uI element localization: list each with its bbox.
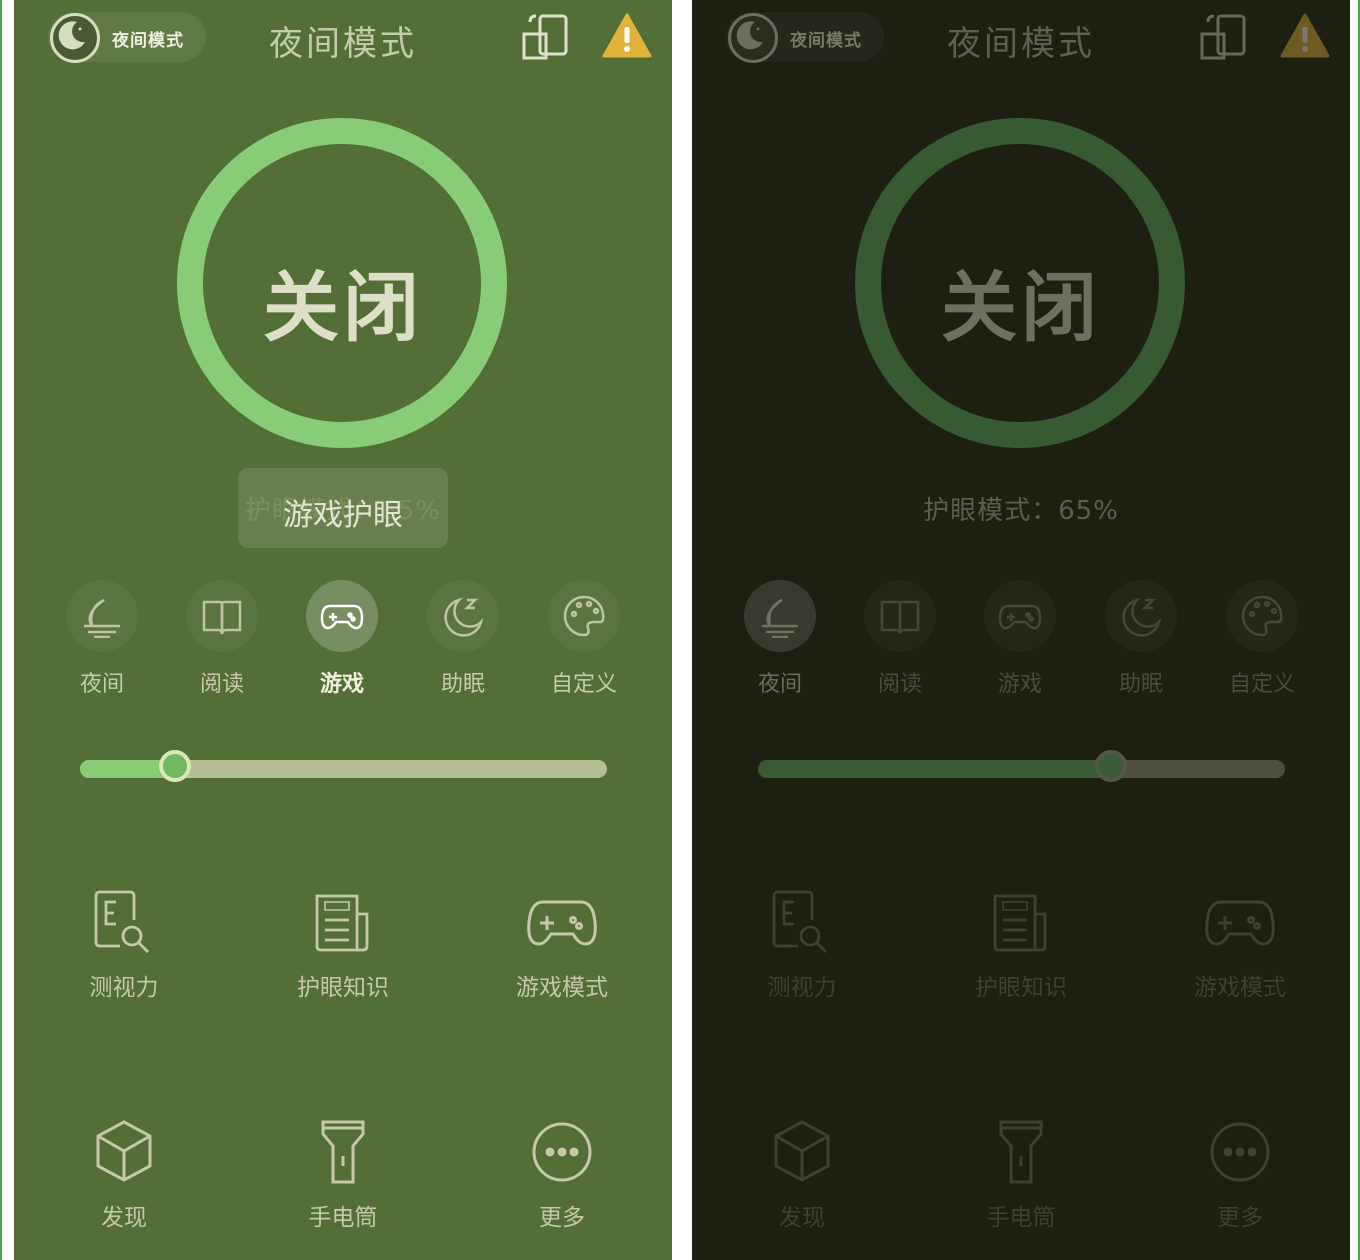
- tool-more[interactable]: 更多: [462, 1120, 662, 1232]
- cube-icon: [774, 1120, 830, 1182]
- mode-label: 助眠: [1118, 672, 1163, 697]
- rotate-screen-icon[interactable]: [1198, 14, 1248, 60]
- gamepad-icon: [527, 900, 597, 946]
- slider-thumb[interactable]: [158, 750, 191, 782]
- mode-label: 阅读: [877, 672, 922, 697]
- brightness-slider[interactable]: [758, 750, 1285, 782]
- book-icon: [202, 600, 242, 635]
- night-icon: [762, 598, 798, 638]
- tool-eye-test[interactable]: 测视力: [702, 890, 902, 1002]
- tool-eye-knowledge[interactable]: 护眼知识: [921, 890, 1121, 1002]
- sleep-icon: [1122, 597, 1162, 637]
- palette-icon: [1241, 595, 1283, 637]
- tool-label: 测视力: [89, 975, 159, 1001]
- phone-screen-dark: 夜间模式 夜间模式 关闭 护眼模式：65% 夜间 阅读 游戏 助眠 自定义 测视…: [692, 0, 1350, 1260]
- more-icon: [1210, 1122, 1270, 1182]
- night-icon: [84, 598, 120, 638]
- mode-night[interactable]: 夜间: [730, 580, 830, 698]
- news-icon: [315, 894, 369, 952]
- brightness-slider[interactable]: [80, 750, 607, 782]
- mode-label: 助眠: [440, 672, 485, 697]
- mode-sleep[interactable]: 助眠: [1091, 580, 1191, 698]
- tool-flashlight[interactable]: 手电筒: [921, 1120, 1121, 1232]
- more-icon: [532, 1122, 592, 1182]
- page-title: 夜间模式: [947, 24, 1095, 64]
- eye-chart-icon: [772, 890, 827, 953]
- flashlight-icon: [321, 1120, 365, 1184]
- frame-border-left: [0, 0, 14, 1260]
- sleep-icon: [444, 597, 484, 637]
- page-title: 夜间模式: [269, 24, 417, 64]
- power-state-label: 关闭: [263, 263, 423, 352]
- tool-label: 测视力: [767, 975, 837, 1001]
- tool-label: 手电筒: [308, 1205, 378, 1231]
- tool-discover[interactable]: 发现: [24, 1120, 224, 1232]
- mode-game[interactable]: 游戏: [970, 580, 1070, 698]
- phone-screen-green: 夜间模式 夜间模式 关闭 护眼模式：65% 游戏护眼 夜间 阅读 游戏 助眠: [14, 0, 672, 1260]
- tool-label: 更多: [1217, 1205, 1263, 1231]
- mode-custom[interactable]: 自定义: [534, 580, 634, 698]
- tool-label: 护眼知识: [975, 975, 1067, 1001]
- gamepad-icon: [998, 604, 1042, 630]
- tool-label: 发现: [779, 1205, 825, 1231]
- tool-flashlight[interactable]: 手电筒: [243, 1120, 443, 1232]
- power-state-label: 关闭: [941, 263, 1101, 352]
- tool-label: 更多: [539, 1205, 585, 1231]
- warning-icon[interactable]: [602, 12, 652, 58]
- mode-label: 夜间: [757, 672, 802, 697]
- gamepad-icon: [1205, 900, 1275, 946]
- mode-label: 自定义: [550, 672, 617, 697]
- slider-thumb[interactable]: [1095, 750, 1128, 782]
- frame-border-right: [1352, 0, 1360, 1260]
- gamepad-icon: [320, 604, 364, 630]
- mode-night[interactable]: 夜间: [52, 580, 152, 698]
- mode-game[interactable]: 游戏: [292, 580, 392, 698]
- news-icon: [993, 894, 1047, 952]
- tool-eye-knowledge[interactable]: 护眼知识: [243, 890, 443, 1002]
- tool-label: 游戏模式: [516, 975, 608, 1001]
- mode-label: 游戏: [319, 672, 364, 697]
- eye-care-status: 护眼模式：65%: [923, 496, 1119, 526]
- warning-icon[interactable]: [1280, 12, 1330, 58]
- tool-label: 游戏模式: [1194, 975, 1286, 1001]
- tool-game-mode[interactable]: 游戏模式: [462, 890, 662, 1002]
- mode-label: 夜间: [79, 672, 124, 697]
- toast-text: 游戏护眼: [283, 498, 403, 533]
- tool-discover[interactable]: 发现: [702, 1120, 902, 1232]
- mode-label: 自定义: [1228, 672, 1295, 697]
- palette-icon: [563, 595, 605, 637]
- mode-sleep[interactable]: 助眠: [413, 580, 513, 698]
- tool-eye-test[interactable]: 测视力: [24, 890, 224, 1002]
- tool-label: 护眼知识: [297, 975, 389, 1001]
- flashlight-icon: [999, 1120, 1043, 1184]
- tool-more[interactable]: 更多: [1140, 1120, 1340, 1232]
- mode-label: 游戏: [997, 672, 1042, 697]
- mode-reading[interactable]: 阅读: [172, 580, 272, 698]
- eye-chart-icon: [94, 890, 149, 953]
- book-icon: [880, 600, 920, 635]
- tool-label: 手电筒: [986, 1205, 1056, 1231]
- rotate-screen-icon[interactable]: [520, 14, 570, 60]
- mode-toast: 游戏护眼: [238, 468, 448, 548]
- tool-game-mode[interactable]: 游戏模式: [1140, 890, 1340, 1002]
- mode-label: 阅读: [199, 672, 244, 697]
- mode-reading[interactable]: 阅读: [850, 580, 950, 698]
- cube-icon: [96, 1120, 152, 1182]
- mode-custom[interactable]: 自定义: [1212, 580, 1312, 698]
- slider-fill: [758, 760, 1112, 778]
- tool-label: 发现: [101, 1205, 147, 1231]
